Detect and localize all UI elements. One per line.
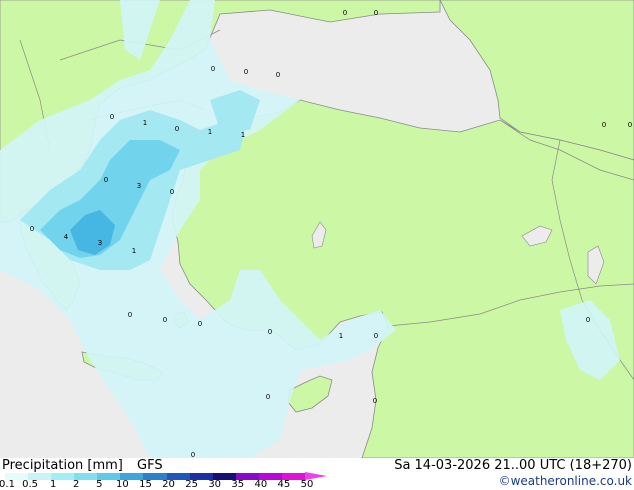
value-label: 0 [174,125,180,133]
value-label: 0 [275,71,281,79]
value-label: 1 [142,119,148,127]
value-label: 3 [136,182,142,190]
colorbar-tick-label: 25 [185,479,198,490]
value-label: 0 [601,121,607,129]
legend-footer: Precipitation [mm] GFS Sa 14-03-2026 21.… [0,458,634,490]
value-label: 0 [162,316,168,324]
value-label: 0 [585,316,591,324]
colorbar-tick-label: 15 [139,479,152,490]
value-label: 3 [97,239,103,247]
value-label: 0 [190,451,196,458]
value-label: 4 [63,233,69,241]
value-label: 0 [243,68,249,76]
value-label: 1 [131,247,137,255]
colorbar-tick-label: 50 [300,479,314,490]
value-label: 0 [127,311,133,319]
credit-text: ©weatheronline.co.uk [498,474,632,488]
colorbar-tick-label: 10 [116,479,129,490]
colorbar-tick-label: 35 [231,479,245,490]
value-label: 1 [240,131,246,139]
value-label: 0 [210,65,216,73]
precipitation-map: 0 0 0 0 0 0 1 0 1 1 0 0 0 3 0 0 4 3 1 0 … [0,0,634,458]
colorbar-tick-label: 1 [49,479,57,490]
value-label: 0 [169,188,175,196]
value-label: 0 [103,176,109,184]
colorbar-tick-label: 40 [254,479,268,490]
value-label: 0 [373,9,379,17]
colorbar-tick-label: 5 [96,479,103,490]
model-name: GFS [137,458,163,473]
colorbar-tick-label: 45 [277,479,291,490]
map-canvas [0,0,634,458]
value-label: 0 [197,320,203,328]
value-label: 0 [265,393,271,401]
value-label: 1 [338,332,344,340]
value-label: 0 [373,332,379,340]
colorbar-tick-label: 20 [162,479,175,490]
value-label: 0 [109,113,115,121]
map-title: Precipitation [mm] [2,458,123,473]
value-label: 0 [372,397,378,405]
valid-time: Sa 14-03-2026 21..00 UTC (18+270) [394,458,632,473]
value-label: 1 [207,128,213,136]
value-label: 0 [342,9,348,17]
colorbar-tick-label: 0.5 [22,479,39,490]
colorbar-tick-label: 2 [73,479,80,490]
value-label: 0 [29,225,35,233]
value-label: 0 [267,328,273,336]
value-label: 0 [627,121,633,129]
colorbar-tick-label: 0.1 [0,479,15,490]
colorbar-tick-label: 30 [208,479,222,490]
